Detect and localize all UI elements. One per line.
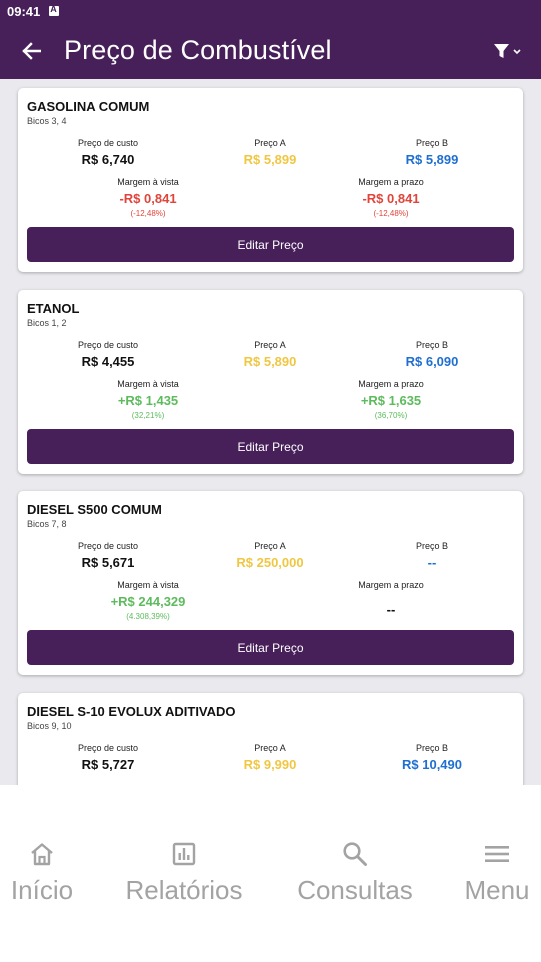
nav-label: Menu	[464, 875, 530, 905]
page-title: Preço de Combustível	[64, 35, 332, 65]
nav-label: Relatórios	[125, 875, 243, 905]
custo-col: Preço de custo R$ 5,727	[28, 743, 188, 772]
margem-vista-value: +R$ 1,435	[117, 393, 179, 408]
margem-prazo-value: -R$ 0,841	[362, 191, 420, 206]
preco-b-col: Preço B R$ 5,899	[352, 138, 512, 167]
filter-icon	[494, 43, 521, 58]
margem-vista-pct: (32,21%)	[131, 411, 165, 420]
app-bar: Preço de Combustível	[0, 22, 541, 79]
preco-a-col: Preço A R$ 5,899	[190, 138, 350, 167]
status-bar: 09:41	[0, 0, 541, 22]
margem-vista-pct: (4.308,39%)	[126, 612, 170, 621]
custo-value: R$ 6,740	[81, 152, 135, 167]
bottom-navigation: Início Relatórios Consultas Menu	[0, 785, 541, 962]
preco-b-value: R$ 5,899	[405, 152, 459, 167]
nav-label: Início	[10, 875, 74, 905]
margem-vista-value: -R$ 0,841	[119, 191, 177, 206]
fuel-card: DIESEL S500 COMUM Bicos 7, 8 Preço de cu…	[18, 491, 523, 675]
custo-label: Preço de custo	[77, 138, 139, 148]
preco-b-col: Preço B R$ 10,490	[352, 743, 512, 772]
custo-col: Preço de custo R$ 6,740	[28, 138, 188, 167]
margem-vista-pct: (-12,48%)	[130, 209, 166, 218]
margem-prazo-pct: (-12,48%)	[373, 209, 409, 218]
margem-prazo-value: --	[386, 602, 396, 617]
preco-b-value: R$ 10,490	[402, 757, 462, 772]
custo-value: R$ 5,671	[81, 555, 135, 570]
fuel-bicos: Bicos 9, 10	[27, 721, 72, 731]
nav-consultas[interactable]: Consultas	[290, 839, 420, 906]
custo-value: R$ 4,455	[81, 354, 135, 369]
margem-prazo-col: Margem a prazo -R$ 0,841 (-12,48%)	[311, 177, 471, 218]
preco-a-value: R$ 5,890	[243, 354, 297, 369]
margem-vista-label: Margem à vista	[117, 177, 179, 187]
fuel-name: ETANOL	[27, 301, 80, 316]
fuel-bicos: Bicos 7, 8	[27, 519, 67, 529]
preco-a-col: Preço A R$ 9,990	[190, 743, 350, 772]
status-time: 09:41	[7, 3, 41, 19]
preco-b-label: Preço B	[415, 743, 448, 753]
fuel-name: DIESEL S-10 EVOLUX ADITIVADO	[27, 704, 236, 719]
margem-prazo-label: Margem a prazo	[358, 177, 424, 187]
custo-label: Preço de custo	[77, 340, 139, 350]
preco-b-value: --	[427, 555, 437, 570]
arrow-left-icon	[22, 41, 41, 60]
edit-price-button[interactable]: Editar Preço	[27, 429, 514, 464]
preco-b-col: Preço B --	[352, 541, 512, 570]
margem-vista-col: Margem à vista +R$ 1,435 (32,21%)	[68, 379, 228, 420]
preco-b-label: Preço B	[415, 340, 448, 350]
preco-a-label: Preço A	[254, 138, 286, 148]
custo-col: Preço de custo R$ 5,671	[28, 541, 188, 570]
fuel-bicos: Bicos 1, 2	[27, 318, 67, 328]
margem-prazo-value: +R$ 1,635	[360, 393, 422, 408]
edit-price-button[interactable]: Editar Preço	[27, 227, 514, 262]
preco-a-value: R$ 250,000	[236, 555, 304, 570]
notification-icon	[49, 4, 60, 16]
margem-vista-label: Margem à vista	[117, 580, 179, 590]
preco-a-label: Preço A	[254, 743, 286, 753]
nav-inicio[interactable]: Início	[7, 839, 77, 906]
menu-icon	[485, 846, 509, 862]
custo-label: Preço de custo	[77, 541, 139, 551]
custo-label: Preço de custo	[77, 743, 139, 753]
home-icon	[31, 843, 53, 866]
custo-col: Preço de custo R$ 4,455	[28, 340, 188, 369]
preco-b-value: R$ 6,090	[405, 354, 459, 369]
fuel-name: DIESEL S500 COMUM	[27, 502, 162, 517]
preco-a-col: Preço A R$ 5,890	[190, 340, 350, 369]
fuel-name: GASOLINA COMUM	[27, 99, 150, 114]
margem-prazo-col: Margem a prazo --	[311, 580, 471, 617]
nav-relatorios[interactable]: Relatórios	[119, 839, 249, 906]
preco-a-col: Preço A R$ 250,000	[190, 541, 350, 570]
edit-price-button[interactable]: Editar Preço	[27, 630, 514, 665]
margem-vista-value: +R$ 244,329	[110, 594, 186, 609]
fuel-list[interactable]: GASOLINA COMUM Bicos 3, 4 Preço de custo…	[0, 79, 541, 785]
report-chart-icon	[172, 842, 196, 866]
nav-menu[interactable]: Menu	[461, 839, 533, 906]
fuel-card: ETANOL Bicos 1, 2 Preço de custo R$ 4,455…	[18, 290, 523, 474]
filter-button[interactable]	[483, 22, 533, 79]
fuel-card: GASOLINA COMUM Bicos 3, 4 Preço de custo…	[18, 88, 523, 272]
fuel-card: DIESEL S-10 EVOLUX ADITIVADO Bicos 9, 10…	[18, 693, 523, 785]
margem-vista-col: Margem à vista -R$ 0,841 (-12,48%)	[68, 177, 228, 218]
preco-a-value: R$ 9,990	[243, 757, 297, 772]
preco-b-label: Preço B	[415, 541, 448, 551]
preco-b-col: Preço B R$ 6,090	[352, 340, 512, 369]
preco-b-label: Preço B	[415, 138, 448, 148]
back-button[interactable]	[0, 22, 62, 79]
search-icon	[343, 842, 367, 866]
preco-a-label: Preço A	[254, 541, 286, 551]
preco-a-label: Preço A	[254, 340, 286, 350]
margem-vista-col: Margem à vista +R$ 244,329 (4.308,39%)	[68, 580, 228, 621]
fuel-bicos: Bicos 3, 4	[27, 116, 67, 126]
margem-prazo-label: Margem a prazo	[358, 379, 424, 389]
nav-label: Consultas	[297, 875, 413, 905]
margem-prazo-pct: (36,70%)	[374, 411, 408, 420]
margem-prazo-label: Margem a prazo	[358, 580, 424, 590]
margem-vista-label: Margem à vista	[117, 379, 179, 389]
preco-a-value: R$ 5,899	[243, 152, 297, 167]
margem-prazo-col: Margem a prazo +R$ 1,635 (36,70%)	[311, 379, 471, 420]
custo-value: R$ 5,727	[81, 757, 135, 772]
